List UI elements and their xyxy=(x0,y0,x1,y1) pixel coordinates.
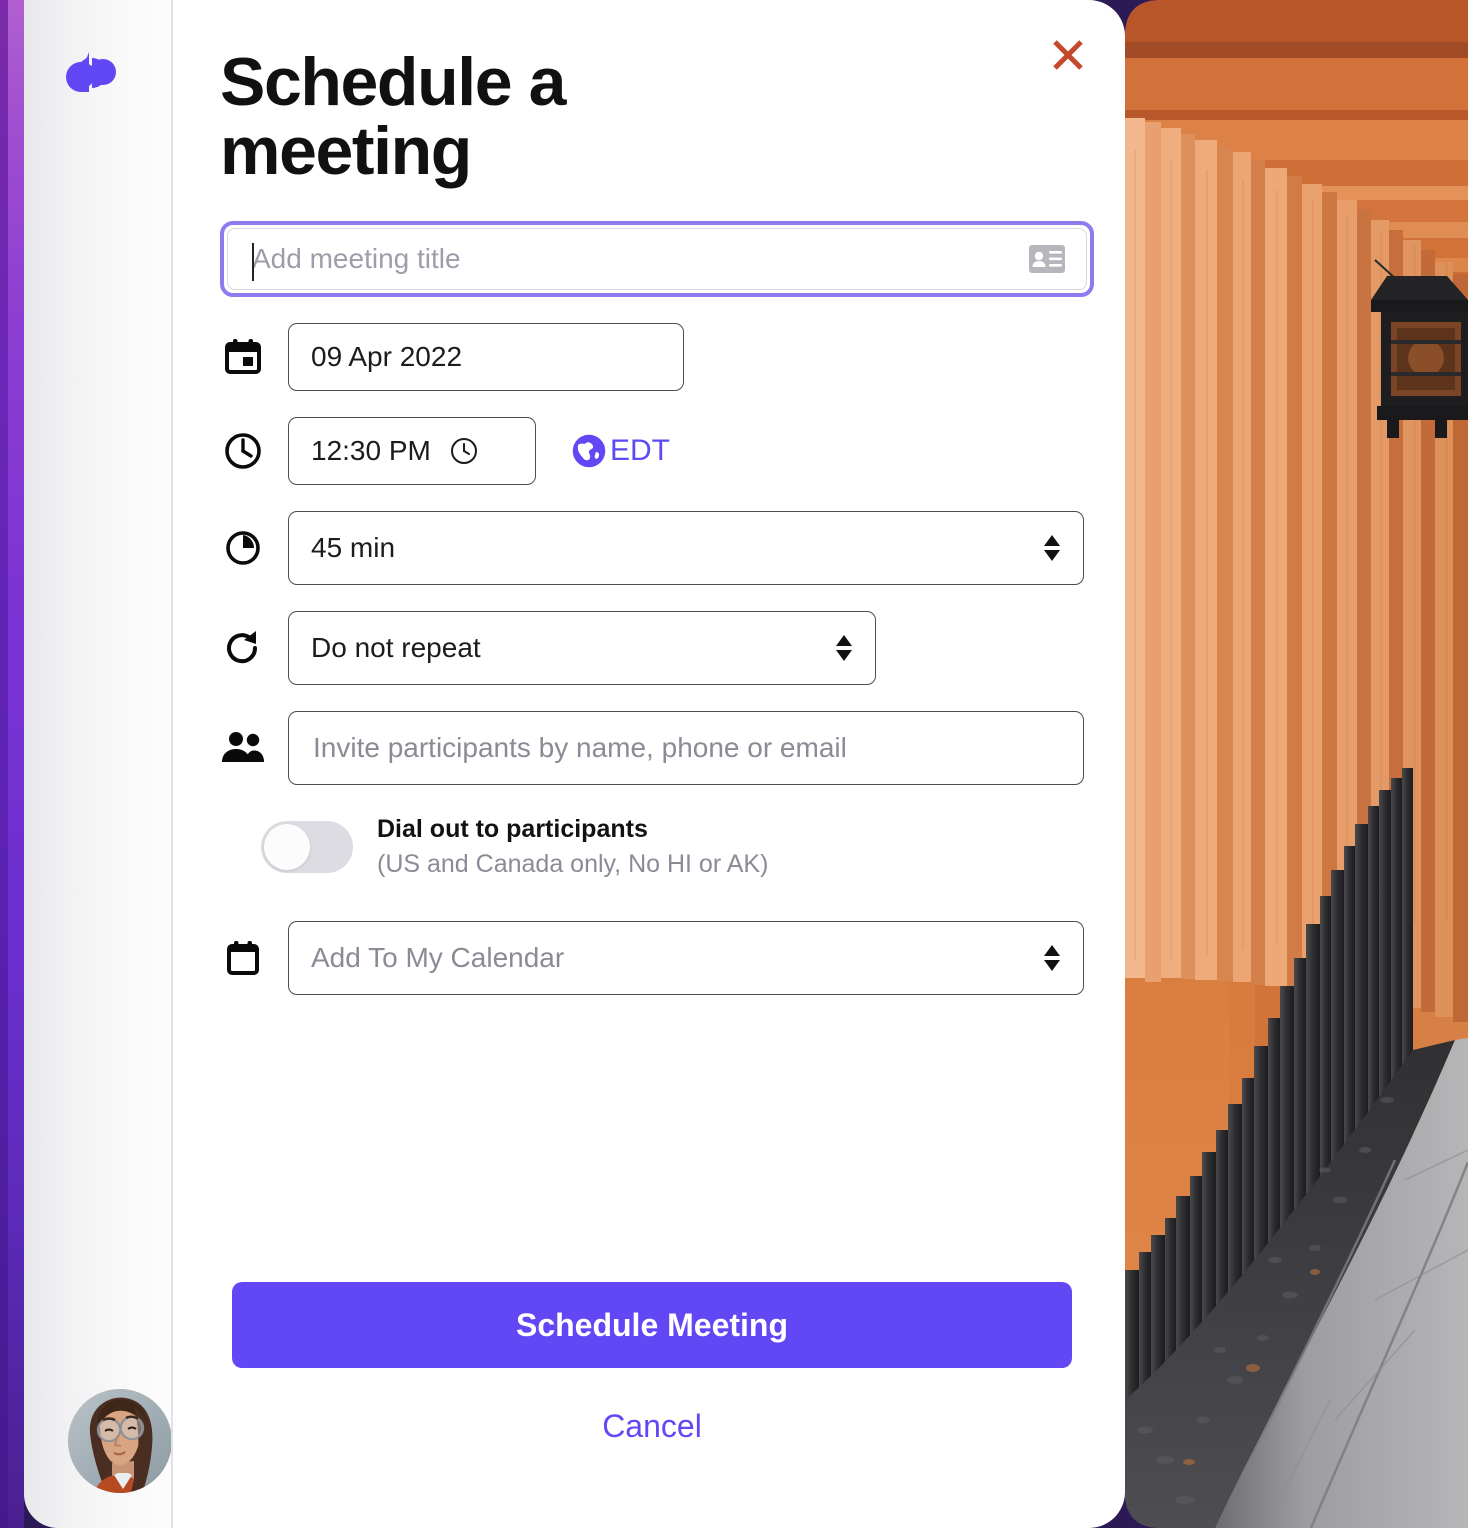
participants-input[interactable] xyxy=(311,730,1061,765)
calendar-icon xyxy=(220,337,266,377)
calendar-value: Add To My Calendar xyxy=(311,941,565,973)
timer-icon xyxy=(220,528,266,568)
schedule-meeting-button[interactable]: Schedule Meeting xyxy=(232,1282,1072,1368)
people-icon xyxy=(220,730,266,766)
globe-icon xyxy=(570,432,608,470)
participants-row xyxy=(220,710,1125,785)
cancel-button[interactable]: Cancel xyxy=(232,1400,1072,1453)
participants-field[interactable] xyxy=(288,710,1084,785)
time-value: 12:30 PM xyxy=(311,434,431,466)
text-caret xyxy=(252,242,254,281)
app-root: Schedule a meeting Add meeting title 09 … xyxy=(0,0,1468,1528)
dial-out-row: Dial out to participants (US and Canada … xyxy=(220,815,1125,879)
time-field[interactable]: 12:30 PM xyxy=(288,416,536,485)
duration-value: 45 min xyxy=(311,531,396,563)
repeat-value: Do not repeat xyxy=(311,631,481,663)
meeting-title-input[interactable] xyxy=(228,228,1028,289)
dial-out-labels: Dial out to participants (US and Canada … xyxy=(377,815,768,879)
clock-small-icon[interactable] xyxy=(449,436,479,466)
timezone-label: EDT xyxy=(610,433,670,467)
sidebar xyxy=(24,0,172,1528)
meeting-title-field-focus-ring xyxy=(220,220,1094,297)
sidebar-divider xyxy=(171,0,173,1528)
time-row: 12:30 PM EDT xyxy=(220,416,1125,485)
date-value: 09 Apr 2022 xyxy=(311,340,463,372)
app-edge-gradient-dark xyxy=(0,0,8,1528)
calendar-blank-icon xyxy=(220,938,266,978)
modal-content: Schedule a meeting Add meeting title 09 … xyxy=(220,0,1125,995)
date-field[interactable]: 09 Apr 2022 xyxy=(288,322,684,391)
user-avatar[interactable] xyxy=(68,1389,172,1493)
date-row: 09 Apr 2022 xyxy=(220,322,1125,391)
calendar-row: Add To My Calendar xyxy=(220,920,1125,995)
stepper-icon xyxy=(1043,944,1061,971)
duration-select[interactable]: 45 min xyxy=(288,510,1084,585)
meeting-title-field[interactable] xyxy=(227,227,1087,290)
repeat-row: Do not repeat xyxy=(220,610,1125,685)
clock-icon xyxy=(220,431,266,471)
dial-out-label: Dial out to participants xyxy=(377,814,648,843)
duration-row: 45 min xyxy=(220,510,1125,585)
dialpad-logo[interactable] xyxy=(66,48,122,96)
repeat-select[interactable]: Do not repeat xyxy=(288,610,876,685)
page-title: Schedule a meeting xyxy=(220,44,566,190)
calendar-select[interactable]: Add To My Calendar xyxy=(288,920,1084,995)
dial-out-toggle[interactable] xyxy=(261,820,353,873)
timezone-selector[interactable]: EDT xyxy=(570,432,670,470)
contact-card-icon[interactable] xyxy=(1028,244,1066,274)
modal-footer: Schedule Meeting Cancel xyxy=(232,1282,1072,1453)
repeat-icon xyxy=(220,628,266,668)
stepper-icon xyxy=(835,634,853,661)
torii-gates-photo xyxy=(1125,0,1468,1528)
stepper-icon xyxy=(1043,534,1061,561)
dial-out-sublabel: (US and Canada only, No HI or AK) xyxy=(377,849,769,878)
schedule-meeting-modal: Schedule a meeting Add meeting title 09 … xyxy=(173,0,1125,1528)
